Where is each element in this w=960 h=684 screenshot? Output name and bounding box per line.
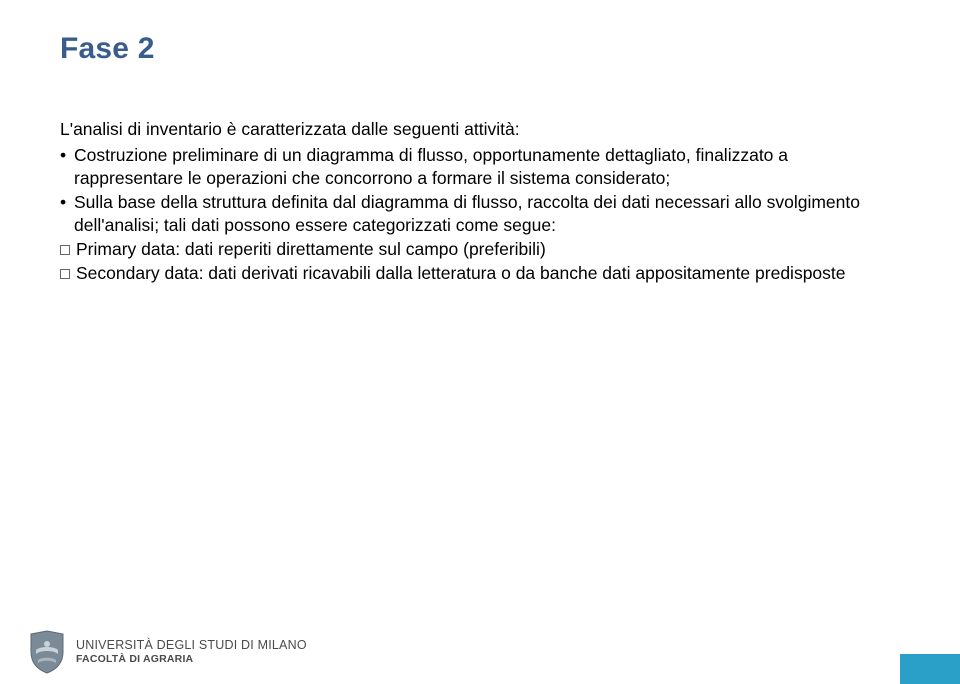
checkbox-icon (60, 269, 70, 279)
checkbox-icon (60, 245, 70, 255)
footer-brand: UNIVERSITÀ DEGLI STUDI DI MILANO FACOLTÀ… (28, 630, 307, 674)
footer-text: UNIVERSITÀ DEGLI STUDI DI MILANO FACOLTÀ… (76, 639, 307, 665)
university-shield-icon (28, 630, 66, 674)
list-item-text: Costruzione preliminare di un diagramma … (74, 145, 788, 187)
body-text: L'analisi di inventario è caratterizzata… (60, 118, 900, 285)
sub-line-text: Secondary data: dati derivati ricavabili… (76, 263, 846, 283)
university-name: UNIVERSITÀ DEGLI STUDI DI MILANO (76, 639, 307, 653)
sub-line: Secondary data: dati derivati ricavabili… (60, 262, 900, 284)
list-item: Costruzione preliminare di un diagramma … (60, 144, 900, 189)
page-title: Fase 2 (60, 32, 900, 66)
slide: Fase 2 L'analisi di inventario è caratte… (0, 0, 960, 684)
accent-bar (900, 654, 960, 684)
sub-line-text: Primary data: dati reperiti direttamente… (76, 239, 546, 259)
faculty-name: FACOLTÀ DI AGRARIA (76, 654, 307, 666)
sub-line: Primary data: dati reperiti direttamente… (60, 238, 900, 260)
list-item-text: Sulla base della struttura definita dal … (74, 192, 860, 234)
intro-line: L'analisi di inventario è caratterizzata… (60, 118, 900, 140)
footer: UNIVERSITÀ DEGLI STUDI DI MILANO FACOLTÀ… (0, 624, 960, 684)
list-item: Sulla base della struttura definita dal … (60, 191, 900, 236)
bullet-list: Costruzione preliminare di un diagramma … (60, 144, 900, 236)
